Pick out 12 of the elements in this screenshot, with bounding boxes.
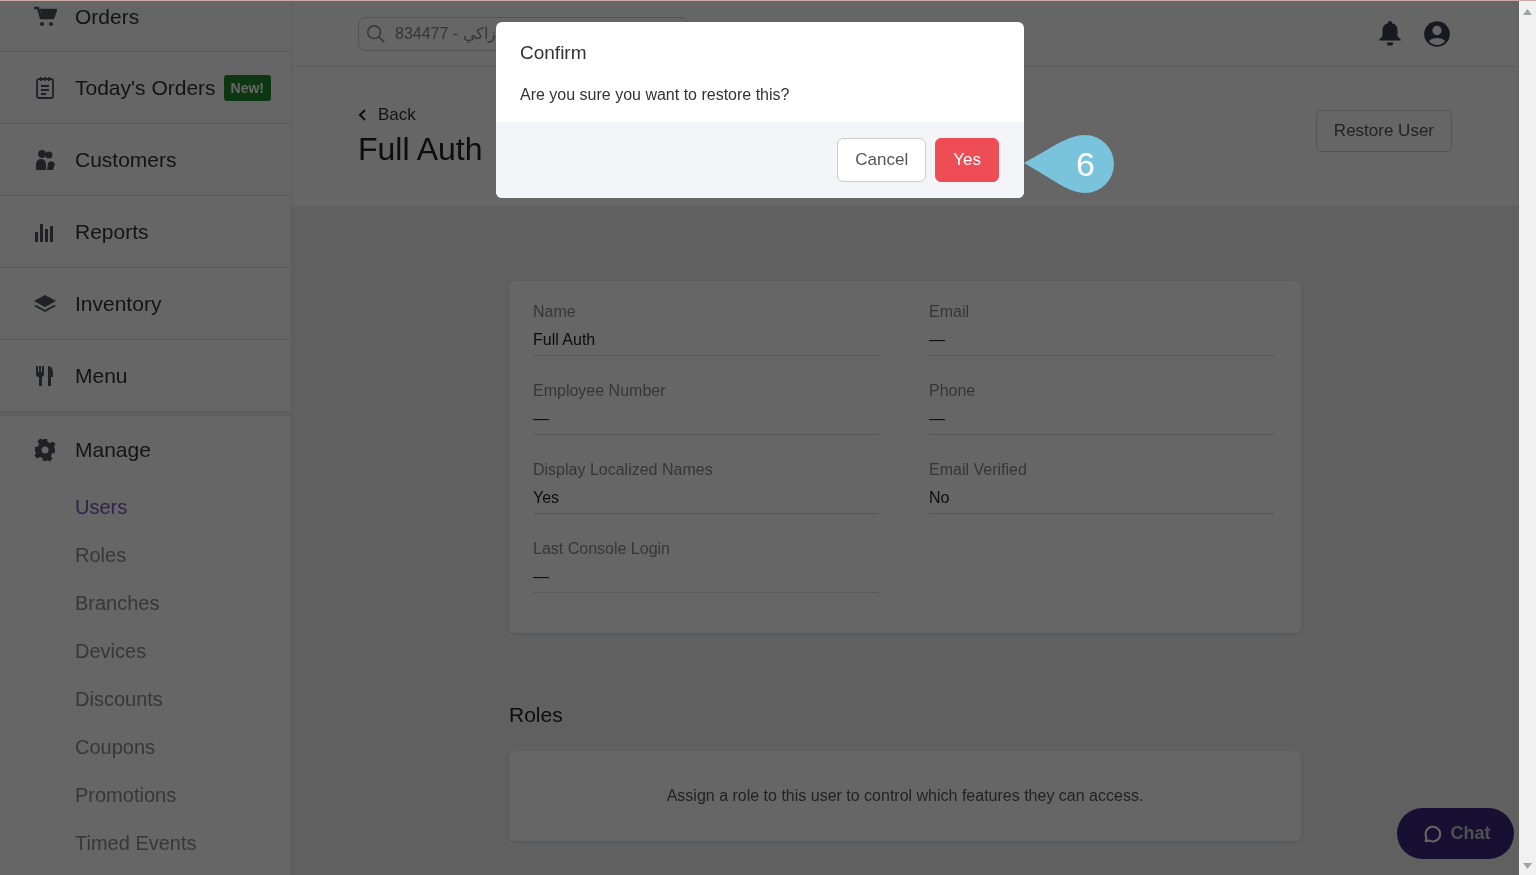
- field-value: Yes: [533, 489, 561, 507]
- new-badge: New!: [223, 74, 271, 101]
- section-heading: Roles: [509, 703, 564, 727]
- field-value: —: [929, 410, 946, 428]
- page-title: Full Auth: [358, 131, 483, 168]
- field-value: —: [929, 331, 946, 349]
- field-value: —: [533, 410, 550, 428]
- empty-message: Assign a role to this user to control which features they can access.: [666, 787, 1144, 805]
- field-value: Full Auth: [533, 331, 597, 349]
- field-value: No: [929, 489, 951, 507]
- field-value: —: [533, 568, 550, 586]
- dialog-message: Are you sure you want to restore this?: [520, 86, 791, 104]
